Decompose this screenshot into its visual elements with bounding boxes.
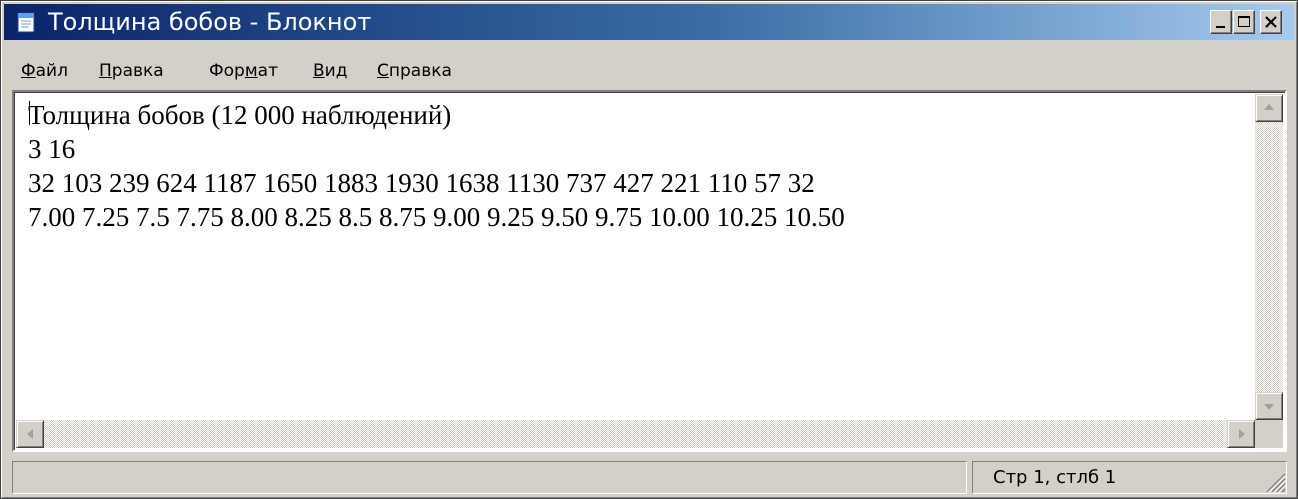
arrow-down-icon [1264, 404, 1274, 410]
minimize-button[interactable] [1210, 10, 1232, 34]
cursor-position-text: Стр 1, стлб 1 [993, 467, 1117, 488]
text-caret [29, 101, 30, 125]
menu-bar: Файл Правка Формат Вид Справка [4, 57, 1294, 85]
resize-grip-icon[interactable] [1261, 468, 1287, 494]
text-editor[interactable]: Толщина бобов (12 000 наблюдений) 3 16 32 … [12, 90, 1287, 452]
maximize-icon [1238, 16, 1250, 27]
menu-edit[interactable]: Правка [99, 61, 164, 81]
vertical-scrollbar[interactable] [1255, 94, 1283, 420]
scrollbar-corner [1255, 420, 1283, 448]
menu-help[interactable]: Справка [377, 61, 452, 81]
window-title: Толщина бобов - Блокнот [48, 8, 372, 36]
menu-file[interactable]: Файл [21, 61, 68, 81]
arrow-right-icon [1239, 429, 1245, 439]
scroll-down-button[interactable] [1255, 392, 1283, 420]
status-bar: Стр 1, стлб 1 [12, 461, 1287, 494]
title-bar[interactable]: Толщина бобов - Блокнот [4, 4, 1294, 40]
arrow-left-icon [27, 429, 33, 439]
editor-line: 32 103 239 624 1187 1650 1883 1930 1638 … [28, 168, 815, 198]
notepad-window: Толщина бобов - Блокнот Файл Правка Форм… [0, 0, 1298, 499]
scroll-right-button[interactable] [1227, 420, 1255, 448]
horizontal-scrollbar[interactable] [16, 420, 1255, 448]
close-icon [1265, 16, 1277, 28]
editor-line: 7.00 7.25 7.5 7.75 8.00 8.25 8.5 8.75 9.… [28, 202, 845, 232]
editor-text[interactable]: Толщина бобов (12 000 наблюдений) 3 16 32 … [28, 98, 845, 234]
scroll-left-button[interactable] [16, 420, 44, 448]
status-pane-position: Стр 1, стлб 1 [972, 461, 1287, 494]
close-button[interactable] [1260, 10, 1282, 34]
maximize-button[interactable] [1233, 10, 1255, 34]
editor-line: Толщина бобов (12 000 наблюдений) [28, 100, 452, 130]
scroll-up-button[interactable] [1255, 94, 1283, 122]
minimize-icon [1216, 26, 1225, 28]
status-pane-main [12, 461, 967, 494]
menu-format[interactable]: Формат [209, 61, 278, 81]
arrow-up-icon [1264, 104, 1274, 110]
editor-line: 3 16 [28, 134, 76, 164]
menu-view[interactable]: Вид [313, 61, 347, 81]
notepad-icon[interactable] [14, 10, 38, 34]
